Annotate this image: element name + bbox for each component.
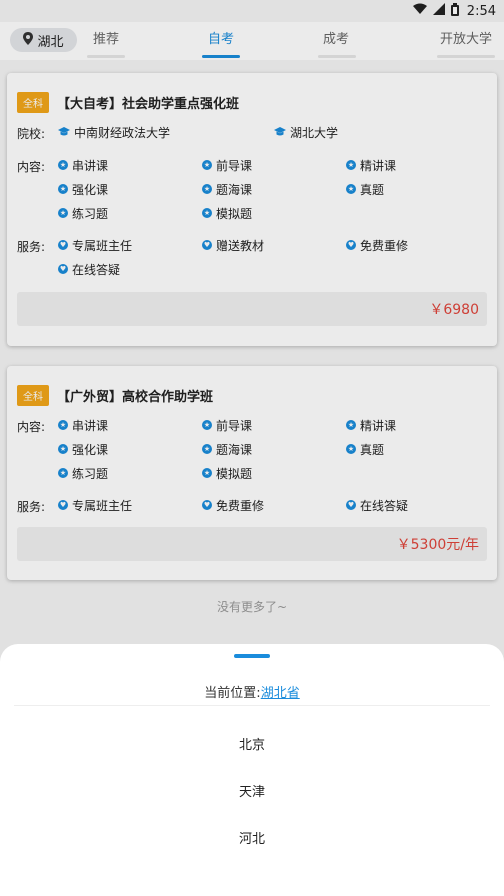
current-province-link[interactable]: 湖北省 (261, 686, 300, 701)
city-option[interactable]: 北京 (0, 734, 504, 753)
divider (14, 705, 490, 706)
city-option[interactable]: 河北 (0, 828, 504, 847)
current-location-label: 当前位置: (204, 686, 261, 701)
current-location: 当前位置:湖北省 (0, 682, 504, 701)
sheet-handle[interactable] (234, 654, 270, 658)
city-option[interactable]: 天津 (0, 781, 504, 800)
location-picker-sheet: 当前位置:湖北省 北京 天津 河北 (0, 644, 504, 896)
